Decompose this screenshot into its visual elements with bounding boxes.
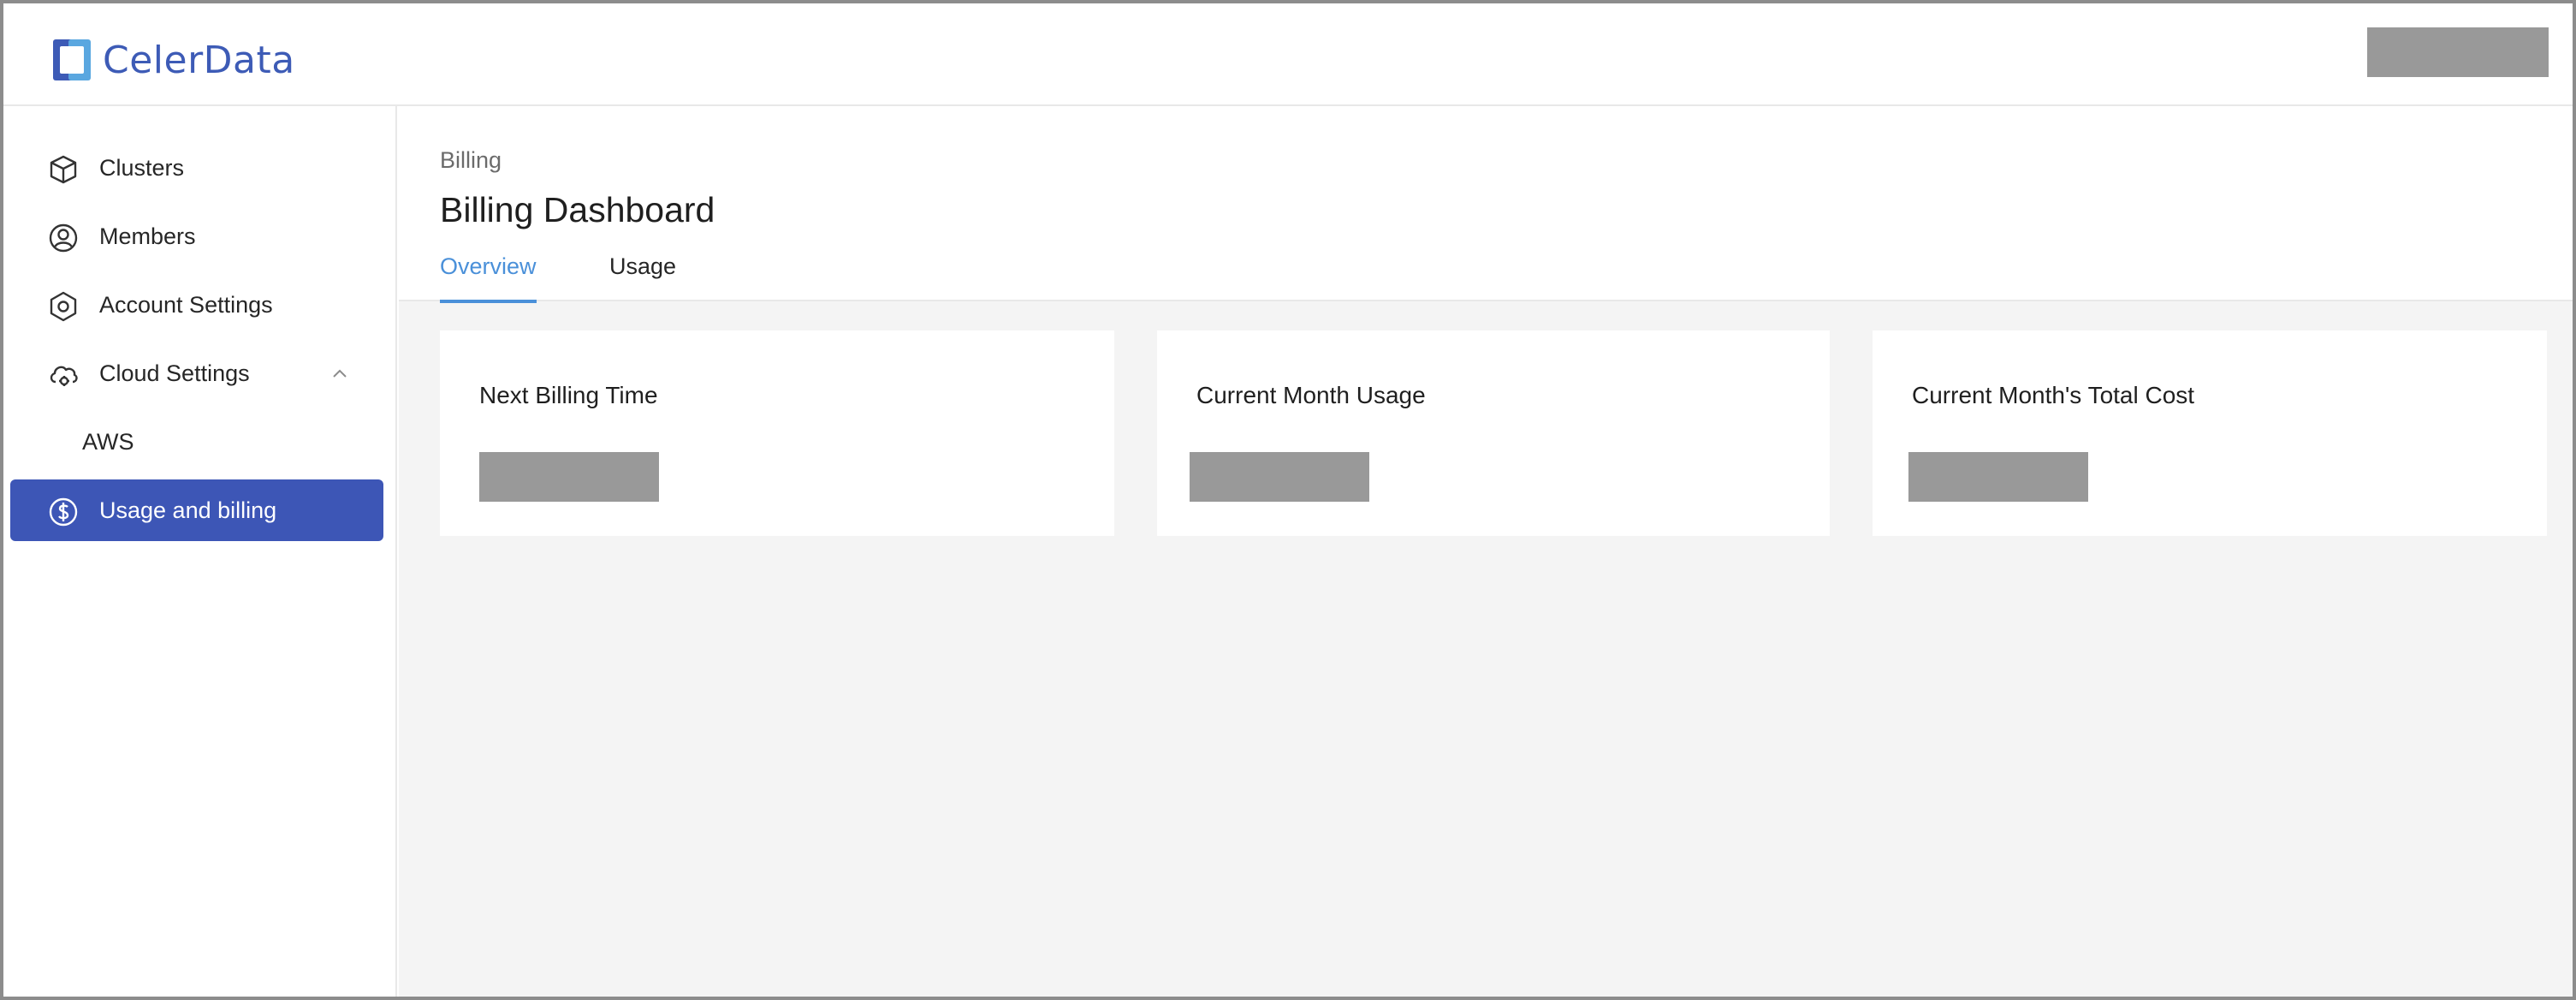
tab-label: Usage <box>609 253 677 279</box>
sidebar-item-label: Account Settings <box>99 292 273 318</box>
sidebar: Clusters Members Account Settings Cloud … <box>3 106 397 997</box>
user-account-redacted[interactable] <box>2367 27 2549 77</box>
sidebar-item-clusters[interactable]: Clusters <box>10 137 383 199</box>
dollar-circle-icon <box>48 497 79 527</box>
user-circle-icon <box>48 223 79 253</box>
cube-icon <box>48 154 79 185</box>
app-window: CelerData Clusters Members Account Setti… <box>0 0 2576 1000</box>
tab-label: Overview <box>440 253 537 279</box>
sidebar-item-members[interactable]: Members <box>10 205 383 267</box>
tab-overview[interactable]: Overview <box>440 253 537 303</box>
top-header: CelerData <box>3 3 2573 106</box>
page-title: Billing Dashboard <box>440 190 715 229</box>
card-value-redacted <box>1190 452 1369 502</box>
sidebar-item-account-settings[interactable]: Account Settings <box>10 274 383 336</box>
sidebar-item-cloud-settings[interactable]: Cloud Settings <box>10 342 383 404</box>
sidebar-item-label: Usage and billing <box>99 497 277 523</box>
card-value-redacted <box>479 452 659 502</box>
logo[interactable]: CelerData <box>51 38 295 82</box>
sidebar-item-label: Cloud Settings <box>99 360 250 386</box>
next-billing-time-card: Next Billing Time <box>440 330 1114 536</box>
card-title: Current Month's Total Cost <box>1912 382 2195 408</box>
sidebar-item-label: AWS <box>82 429 134 455</box>
sidebar-item-aws[interactable]: AWS <box>10 411 383 473</box>
sidebar-item-label: Clusters <box>99 155 185 181</box>
logo-text: CelerData <box>103 38 295 82</box>
card-value-redacted <box>1908 452 2088 502</box>
tab-usage[interactable]: Usage <box>609 253 676 301</box>
current-month-total-cost-card: Current Month's Total Cost <box>1873 330 2547 536</box>
sidebar-item-usage-and-billing[interactable]: Usage and billing <box>10 479 383 541</box>
card-title: Current Month Usage <box>1196 382 1426 408</box>
current-month-usage-card: Current Month Usage <box>1157 330 1830 536</box>
main-content: Billing Billing Dashboard Overview Usage… <box>399 106 2573 997</box>
active-tab-indicator <box>440 300 537 303</box>
hexagon-settings-icon <box>48 291 79 322</box>
cloud-gear-icon <box>48 360 79 390</box>
card-title: Next Billing Time <box>479 382 658 408</box>
celerdata-logo-icon <box>53 39 91 80</box>
page-header: Billing Billing Dashboard Overview Usage <box>399 106 2573 303</box>
sidebar-item-label: Members <box>99 223 196 249</box>
breadcrumb[interactable]: Billing <box>440 147 502 174</box>
chevron-up-icon[interactable] <box>330 363 349 382</box>
